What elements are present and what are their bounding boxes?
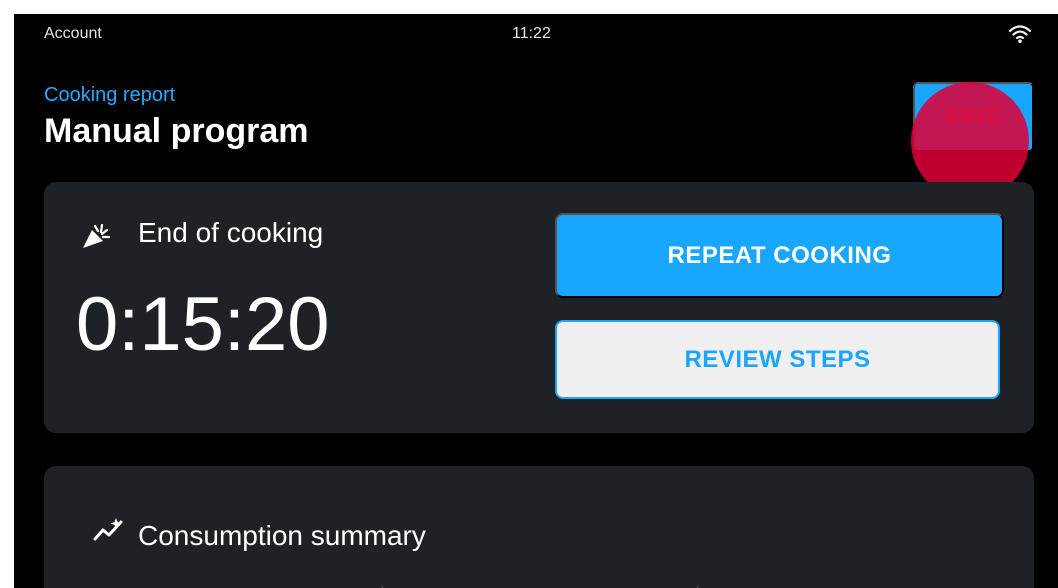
review-steps-button[interactable]: REVIEW STEPS [555,320,1000,399]
end-of-cooking-label: End of cooking [138,217,324,248]
cooking-status-card: End of cooking 0:15:20 REPEAT COOKING RE… [44,182,1034,433]
consumption-summary-label: Consumption summary [138,520,426,551]
cooking-report-link[interactable]: Cooking report [44,84,175,107]
account-status[interactable]: Account [44,25,102,43]
status-time: 11:22 [512,25,551,42]
party-popper-icon [83,223,111,248]
analytics-icon [93,518,123,541]
save-button[interactable]: SAVE [913,82,1034,152]
consumption-summary-card: Consumption summary [44,466,1034,588]
cooking-timer: 0:15:20 [76,282,330,367]
status-bar: Account 11:22 [14,14,1058,54]
repeat-cooking-button[interactable]: REPEAT COOKING [555,213,1004,298]
device-screen: Account 11:22 Cooking report Manual prog… [14,14,1058,588]
wifi-icon [1008,25,1032,43]
page-title: Manual program [44,112,309,150]
